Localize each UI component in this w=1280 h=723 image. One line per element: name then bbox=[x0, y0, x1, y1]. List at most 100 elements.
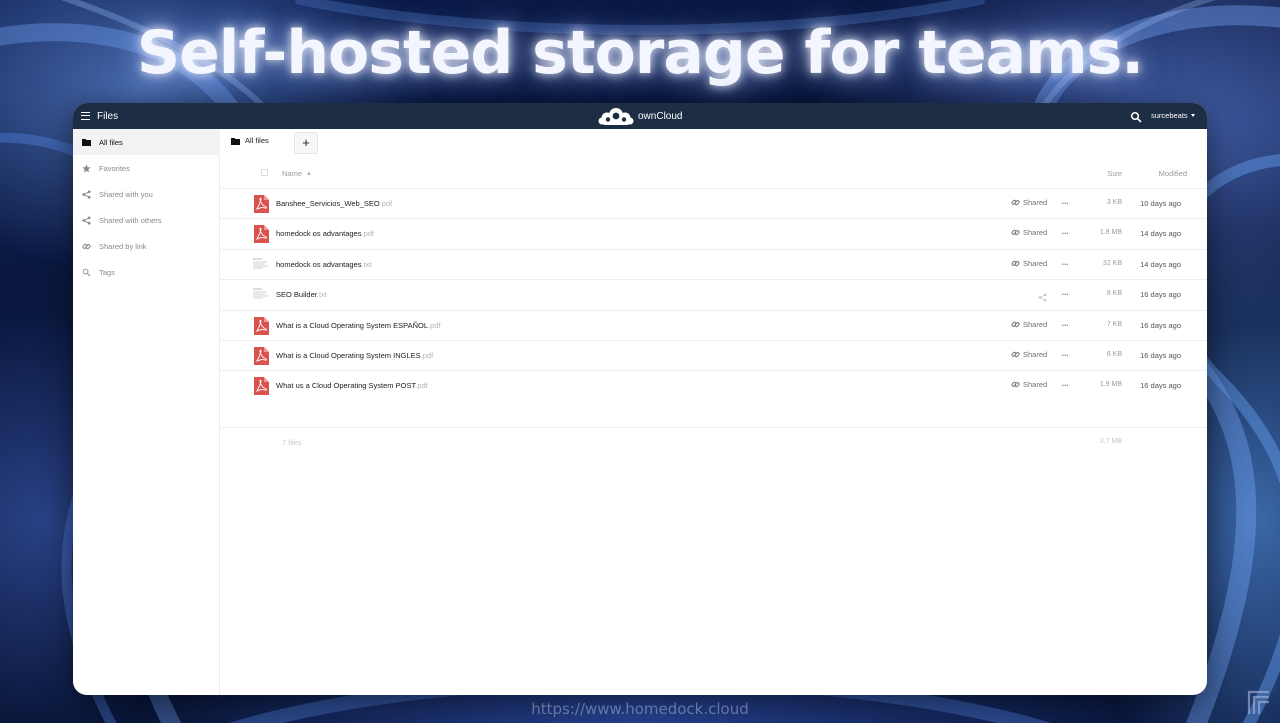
file-extension: .pdf bbox=[428, 320, 441, 330]
owncloud-logo[interactable]: ownCloud bbox=[598, 106, 682, 126]
pdf-file-icon bbox=[254, 195, 269, 213]
file-basename: Banshee_Servicios_Web_SEO bbox=[276, 199, 380, 208]
file-list-area: All files + Name ▲ Size Modified Banshee… bbox=[220, 129, 1207, 695]
file-modified: 16 days ago bbox=[1140, 290, 1181, 300]
share-label: Shared bbox=[1023, 198, 1048, 207]
file-name[interactable]: homedock os advantages.txt bbox=[276, 260, 372, 269]
folder-icon bbox=[82, 138, 91, 147]
sidebar-item-tags[interactable]: Tags bbox=[73, 259, 220, 285]
column-header-size[interactable]: Size bbox=[1107, 169, 1122, 178]
sidebar-item-label: All files bbox=[99, 137, 123, 147]
share-status-button[interactable]: Shared bbox=[1011, 259, 1047, 268]
owncloud-window: Files ownCloud surcebeats All files Favo… bbox=[73, 103, 1207, 695]
sidebar: All files Favorites Shared with you Shar… bbox=[73, 129, 220, 695]
file-basename: homedock os advantages bbox=[276, 259, 362, 269]
sidebar-item-shared-by-link[interactable]: Shared by link bbox=[73, 233, 220, 259]
link-icon bbox=[1011, 199, 1020, 206]
file-modified: 14 days ago bbox=[1140, 259, 1181, 269]
file-size: 32 KB bbox=[1102, 259, 1122, 267]
file-basename: SEO Builder bbox=[276, 290, 317, 300]
link-icon bbox=[82, 242, 91, 251]
share-status-button[interactable]: Shared bbox=[1011, 380, 1047, 389]
pdf-file-icon bbox=[254, 316, 269, 335]
select-all-checkbox[interactable] bbox=[261, 169, 268, 176]
file-basename: What is a Cloud Operating System ESPAÑOL bbox=[276, 320, 429, 330]
breadcrumb[interactable]: All files bbox=[231, 136, 269, 145]
more-actions-icon[interactable]: ••• bbox=[1062, 262, 1069, 268]
more-actions-icon[interactable]: ••• bbox=[1062, 323, 1069, 329]
sidebar-item-shared-with-others[interactable]: Shared with others bbox=[73, 207, 220, 233]
file-modified: 16 days ago bbox=[1140, 381, 1181, 391]
more-actions-icon[interactable]: ••• bbox=[1062, 201, 1069, 207]
file-size: 6 KB bbox=[1106, 351, 1122, 358]
share-status-button[interactable]: Shared bbox=[1011, 350, 1047, 359]
text-file-thumbnail-icon bbox=[253, 287, 269, 304]
share-status-button[interactable]: Shared bbox=[1011, 198, 1047, 207]
new-file-button[interactable]: + bbox=[294, 132, 318, 154]
link-icon bbox=[1011, 260, 1020, 266]
headline: Self-hosted storage for teams. bbox=[136, 18, 1144, 88]
file-row[interactable]: homedock os advantages.txt Shared ••• 32 KB… bbox=[220, 248, 1207, 279]
top-bar: Files ownCloud surcebeats bbox=[73, 103, 1207, 129]
tag-icon bbox=[82, 268, 91, 277]
file-name[interactable]: homedock os advantages.pdf bbox=[276, 229, 374, 238]
pdf-file-icon bbox=[254, 347, 269, 365]
link-icon bbox=[1011, 382, 1020, 388]
app-title: Files bbox=[97, 110, 119, 122]
user-menu[interactable]: surcebeats bbox=[1151, 111, 1195, 120]
sidebar-item-favorites[interactable]: Favorites bbox=[73, 155, 220, 181]
share-label: Shared bbox=[1023, 228, 1048, 238]
more-actions-icon[interactable]: ••• bbox=[1062, 231, 1069, 237]
file-extension: .pdf bbox=[420, 351, 434, 360]
sidebar-item-label: Shared with you bbox=[99, 189, 153, 199]
share-label: Shared bbox=[1023, 350, 1048, 359]
search-icon bbox=[1130, 111, 1142, 123]
column-name-label: Name bbox=[282, 169, 303, 178]
sidebar-item-all-files[interactable]: All files bbox=[73, 129, 220, 155]
share-status-button[interactable]: Shared bbox=[1011, 228, 1047, 237]
file-row[interactable]: What is a Cloud Operating System INGLES.… bbox=[220, 340, 1207, 370]
file-name[interactable]: What us a Cloud Operating System POST.pd… bbox=[276, 381, 428, 390]
more-actions-icon[interactable]: ••• bbox=[1062, 353, 1069, 359]
file-basename: homedock os advantages bbox=[276, 229, 362, 239]
file-modified: 10 days ago bbox=[1140, 199, 1181, 208]
more-actions-icon[interactable]: ••• bbox=[1062, 383, 1069, 389]
file-size: 1.8 MB bbox=[1099, 229, 1122, 237]
file-extension: .pdf bbox=[379, 199, 393, 208]
file-name[interactable]: What is a Cloud Operating System INGLES.… bbox=[276, 351, 433, 360]
file-size: 8 KB bbox=[1106, 290, 1122, 298]
share-status-button[interactable]: Shared bbox=[1011, 320, 1047, 329]
file-row[interactable]: What is a Cloud Operating System ESPAÑOL… bbox=[220, 309, 1207, 340]
column-header-name[interactable]: Name ▲ bbox=[282, 169, 312, 178]
file-name[interactable]: SEO Builder.txt bbox=[276, 290, 327, 299]
file-row[interactable]: SEO Builder.txt ••• 8 KB 16 days ago bbox=[220, 279, 1207, 309]
text-file-thumbnail-icon bbox=[253, 256, 269, 273]
pdf-file-icon bbox=[254, 377, 269, 396]
file-name[interactable]: What is a Cloud Operating System ESPAÑOL… bbox=[276, 321, 441, 330]
file-row[interactable]: Banshee_Servicios_Web_SEO.pdf Shared ••• 3 … bbox=[220, 188, 1207, 218]
share-button[interactable] bbox=[1038, 289, 1047, 307]
sidebar-item-shared-with-you[interactable]: Shared with you bbox=[73, 181, 220, 207]
search-button[interactable] bbox=[1130, 110, 1142, 123]
file-modified: 16 days ago bbox=[1140, 351, 1181, 360]
share-icon bbox=[82, 189, 91, 199]
app-menu-button[interactable]: Files bbox=[81, 109, 121, 123]
star-icon bbox=[82, 163, 91, 173]
owncloud-logo-icon bbox=[598, 108, 634, 125]
file-name[interactable]: Banshee_Servicios_Web_SEO.pdf bbox=[276, 199, 392, 208]
file-count: 7 files bbox=[282, 438, 302, 447]
pdf-file-icon bbox=[254, 225, 269, 244]
controls-bar: All files + bbox=[220, 129, 1207, 157]
caret-down-icon bbox=[1190, 114, 1195, 117]
file-row[interactable]: homedock os advantages.pdf Shared ••• 1.8 M… bbox=[220, 218, 1207, 248]
share-label: Shared bbox=[1023, 258, 1048, 268]
footer-url: https://www.homedock.cloud bbox=[531, 700, 749, 718]
file-size: 1.9 MB bbox=[1099, 381, 1122, 389]
sort-arrow-icon: ▲ bbox=[306, 170, 312, 177]
file-size: 3 KB bbox=[1106, 199, 1122, 206]
column-header-modified[interactable]: Modified bbox=[1159, 169, 1187, 178]
homedock-logo-icon bbox=[1247, 690, 1269, 714]
file-row[interactable]: What us a Cloud Operating System POST.pd… bbox=[220, 370, 1207, 400]
more-actions-icon[interactable]: ••• bbox=[1062, 292, 1069, 298]
file-extension: .pdf bbox=[361, 229, 374, 239]
